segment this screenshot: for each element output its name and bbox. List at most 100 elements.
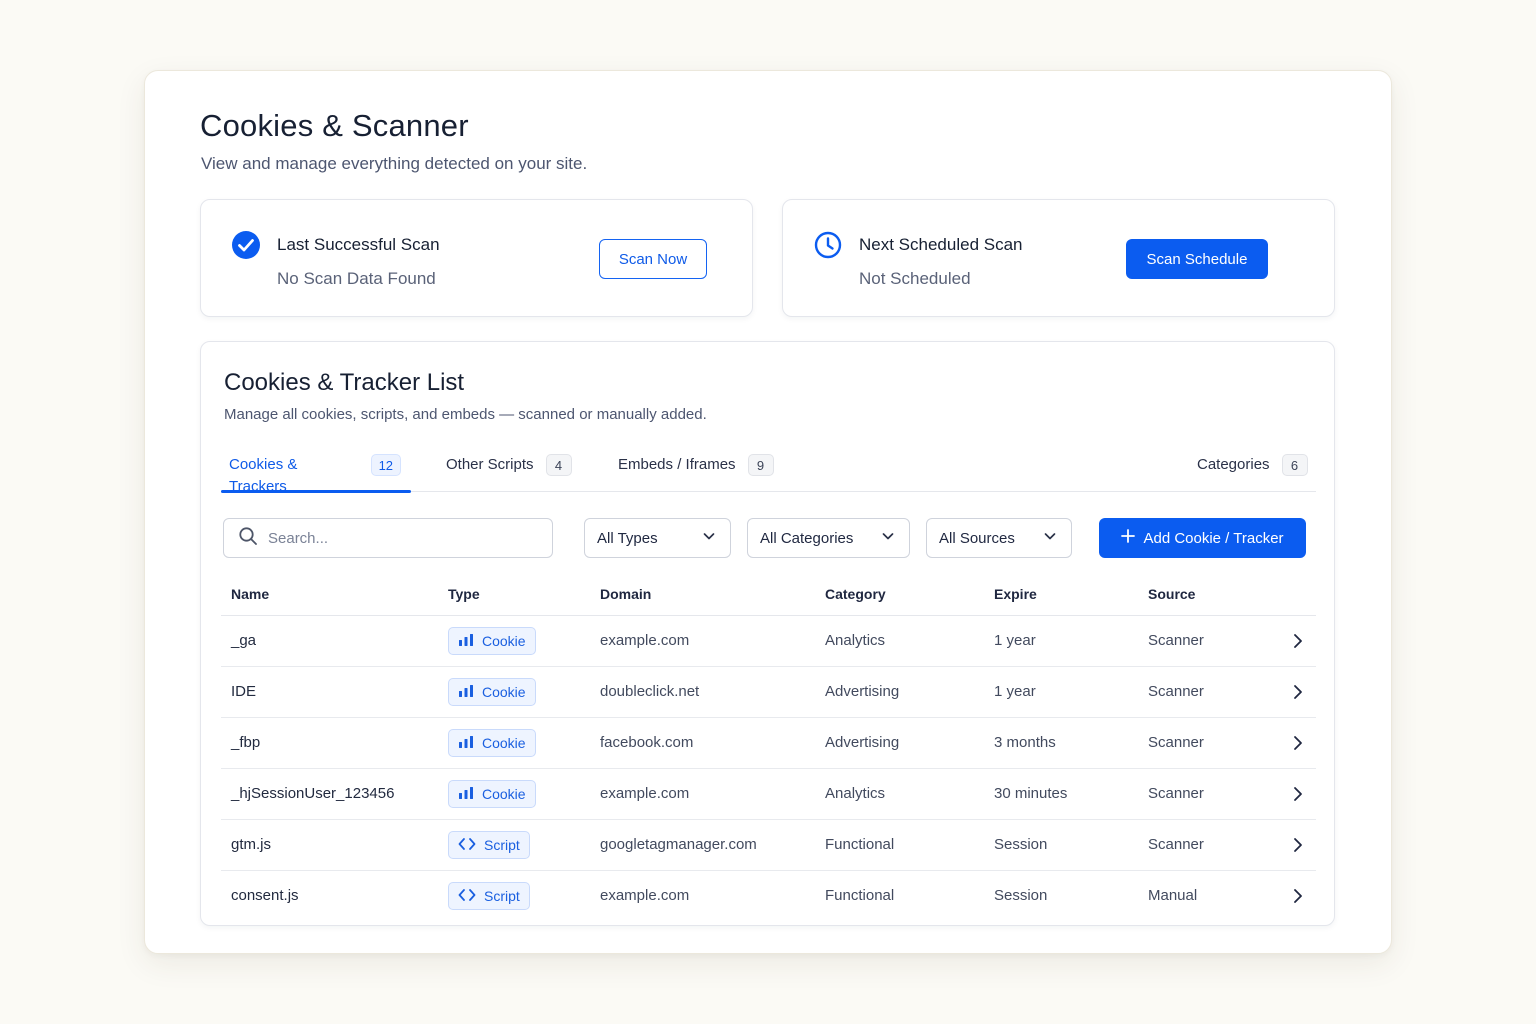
- tab-label: Cookies & Trackers: [229, 456, 298, 495]
- category-filter-select[interactable]: All Categories: [747, 518, 910, 558]
- type-badge-label: Cookie: [482, 684, 526, 700]
- type-badge: Cookie: [448, 627, 536, 655]
- cell-source: Scanner: [1148, 785, 1204, 802]
- type-filter-select[interactable]: All Types: [584, 518, 731, 558]
- table-row[interactable]: _hjSessionUser_123456 Cookie example.com…: [221, 769, 1316, 820]
- tab-label: Categories: [1197, 456, 1270, 473]
- column-header-domain[interactable]: Domain: [600, 586, 651, 602]
- type-badge: Cookie: [448, 678, 536, 706]
- scan-now-button[interactable]: Scan Now: [599, 239, 707, 279]
- cell-expire: 30 minutes: [994, 785, 1068, 802]
- cell-expire: 3 months: [994, 734, 1056, 751]
- cell-domain: googletagmanager.com: [600, 836, 757, 853]
- source-filter-value: All Sources: [939, 529, 1015, 547]
- cell-expire: Session: [994, 887, 1048, 904]
- code-icon: [458, 888, 476, 905]
- cell-name: _hjSessionUser_123456: [231, 785, 395, 802]
- type-badge: Script: [448, 831, 530, 859]
- cell-source: Scanner: [1148, 632, 1204, 649]
- list-subtitle: Manage all cookies, scripts, and embeds …: [224, 406, 707, 423]
- clock-icon: [813, 230, 843, 260]
- cell-source: Scanner: [1148, 734, 1204, 751]
- type-badge-label: Script: [484, 888, 520, 904]
- tab-embeds-iframes[interactable]: Embeds / Iframes 9: [618, 450, 774, 492]
- page-subtitle: View and manage everything detected on y…: [201, 154, 588, 173]
- tab-count-badge: 9: [747, 454, 774, 476]
- type-badge: Script: [448, 882, 530, 910]
- tracker-table: Name Type Domain Category Expire Source …: [221, 571, 1316, 922]
- cell-expire: Session: [994, 836, 1048, 853]
- tab-count-badge: 12: [370, 454, 401, 476]
- next-scan-label: Next Scheduled Scan: [859, 235, 1023, 254]
- chevron-right-icon[interactable]: [1291, 632, 1305, 650]
- chevron-right-icon[interactable]: [1291, 683, 1305, 701]
- cell-category: Advertising: [825, 734, 900, 751]
- cell-category: Advertising: [825, 683, 900, 700]
- cell-category: Functional: [825, 887, 895, 904]
- add-cookie-tracker-button[interactable]: Add Cookie / Tracker: [1099, 518, 1306, 558]
- cell-domain: doubleclick.net: [600, 683, 700, 700]
- bar-chart-icon: [458, 786, 474, 803]
- chevron-right-icon[interactable]: [1291, 734, 1305, 752]
- column-header-name[interactable]: Name: [231, 586, 269, 602]
- chevron-right-icon[interactable]: [1291, 887, 1305, 905]
- cell-source: Manual: [1148, 887, 1198, 904]
- bar-chart-icon: [458, 633, 474, 650]
- cell-category: Analytics: [825, 632, 886, 649]
- column-header-source[interactable]: Source: [1148, 586, 1195, 602]
- table-row[interactable]: IDE Cookie doubleclick.net Advertising 1…: [221, 667, 1316, 718]
- tab-categories[interactable]: Categories 6: [1197, 450, 1308, 492]
- tab-count-badge: 4: [545, 454, 572, 476]
- chevron-down-icon: [702, 529, 716, 547]
- type-badge: Cookie: [448, 729, 536, 757]
- code-icon: [458, 837, 476, 854]
- table-body: _ga Cookie example.com Analytics 1 year …: [221, 616, 1316, 922]
- cell-domain: example.com: [600, 785, 690, 802]
- tab-other-scripts[interactable]: Other Scripts 4: [446, 450, 572, 492]
- cell-domain: example.com: [600, 632, 690, 649]
- table-row[interactable]: _ga Cookie example.com Analytics 1 year …: [221, 616, 1316, 667]
- column-header-category[interactable]: Category: [825, 586, 886, 602]
- check-circle-icon: [231, 230, 261, 260]
- tab-label: Embeds / Iframes: [618, 456, 736, 473]
- chevron-down-icon: [1043, 529, 1057, 547]
- last-scan-label: Last Successful Scan: [277, 235, 440, 254]
- cell-name: gtm.js: [231, 836, 272, 853]
- type-badge-label: Script: [484, 837, 520, 853]
- cell-category: Analytics: [825, 785, 886, 802]
- add-button-label: Add Cookie / Tracker: [1143, 529, 1284, 547]
- next-scan-value: Not Scheduled: [859, 269, 971, 288]
- list-title: Cookies & Tracker List: [224, 369, 465, 396]
- cell-source: Scanner: [1148, 683, 1204, 700]
- table-row[interactable]: gtm.js Script googletagmanager.com Funct…: [221, 820, 1316, 871]
- cell-name: consent.js: [231, 887, 299, 904]
- chevron-right-icon[interactable]: [1291, 785, 1305, 803]
- table-row[interactable]: consent.js Script example.com Functional…: [221, 871, 1316, 922]
- last-scan-value: No Scan Data Found: [277, 269, 436, 288]
- search-input[interactable]: [268, 529, 528, 547]
- plus-icon: [1121, 529, 1136, 547]
- column-header-type[interactable]: Type: [448, 586, 480, 602]
- cell-name: _fbp: [231, 734, 261, 751]
- cell-domain: example.com: [600, 887, 690, 904]
- type-badge-label: Cookie: [482, 633, 526, 649]
- cell-expire: 1 year: [994, 683, 1036, 700]
- type-filter-value: All Types: [597, 529, 658, 547]
- cell-expire: 1 year: [994, 632, 1036, 649]
- cell-source: Scanner: [1148, 836, 1204, 853]
- bar-chart-icon: [458, 735, 474, 752]
- search-field[interactable]: [223, 518, 553, 558]
- tracker-list-card: Cookies & Tracker List Manage all cookie…: [200, 341, 1335, 926]
- table-header: Name Type Domain Category Expire Source: [221, 571, 1316, 616]
- chevron-right-icon[interactable]: [1291, 836, 1305, 854]
- tab-cookies-trackers[interactable]: Cookies & Trackers 12: [221, 450, 411, 495]
- tab-bar: Cookies & Trackers 12 Other Scripts 4 Em…: [221, 450, 1316, 495]
- cell-name: _ga: [231, 632, 257, 649]
- type-badge-label: Cookie: [482, 786, 526, 802]
- category-filter-value: All Categories: [760, 529, 854, 547]
- source-filter-select[interactable]: All Sources: [926, 518, 1072, 558]
- search-icon: [238, 526, 258, 551]
- table-row[interactable]: _fbp Cookie facebook.com Advertising 3 m…: [221, 718, 1316, 769]
- scan-schedule-button[interactable]: Scan Schedule: [1126, 239, 1268, 279]
- column-header-expire[interactable]: Expire: [994, 586, 1037, 602]
